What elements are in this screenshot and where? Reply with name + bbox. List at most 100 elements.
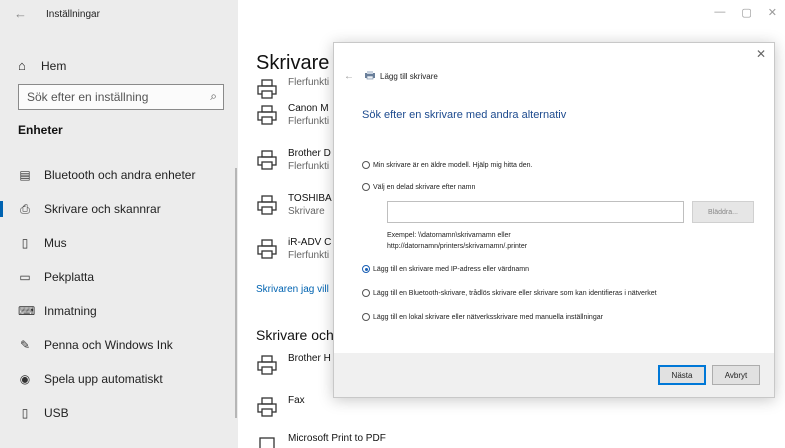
printer-name: TOSHIBA: [288, 193, 332, 204]
sidebar-item-label: Mus: [44, 236, 67, 250]
printer-not-listed-link[interactable]: Skrivaren jag vill: [256, 284, 329, 295]
radio-button-selected[interactable]: [362, 265, 370, 273]
printer-name: Fax: [288, 395, 305, 406]
bluetooth-devices-icon: ▤: [19, 168, 31, 182]
printer-name: Brother D: [288, 148, 331, 159]
sidebar-item-label: Skrivare och skannrar: [44, 202, 161, 216]
close-window-icon[interactable]: ✕: [768, 6, 777, 19]
printer-list-item[interactable]: Brother H: [256, 352, 331, 376]
option-shared-printer[interactable]: Välj en delad skrivare efter namn: [362, 183, 475, 191]
option-older-printer[interactable]: Min skrivare är en äldre modell. Hjälp m…: [362, 161, 533, 169]
printer-name: Microsoft Print to PDF: [288, 433, 386, 444]
printer-name: Canon M: [288, 103, 329, 114]
option-label: Välj en delad skrivare efter namn: [373, 183, 476, 191]
settings-search-box[interactable]: ⌕: [18, 84, 224, 110]
sidebar-item-typing[interactable]: ⌨ Inmatning: [0, 294, 238, 328]
option-local-manual[interactable]: Lägg till en lokal skrivare eller nätver…: [362, 313, 603, 321]
sidebar-item-bluetooth[interactable]: ▤ Bluetooth och andra enheter: [0, 158, 238, 192]
example-text: Exempel: \\datornamn\skrivarnamn eller h…: [387, 230, 527, 252]
radio-button[interactable]: [362, 183, 370, 191]
printer-icon: [257, 239, 277, 259]
search-icon[interactable]: ⌕: [210, 89, 217, 104]
sidebar-nav: ▤ Bluetooth och andra enheter ⎙ Skrivare…: [0, 158, 238, 430]
close-icon[interactable]: ✕: [756, 47, 766, 61]
printer-type: Flerfunkti: [288, 77, 330, 88]
back-arrow-icon[interactable]: ←: [344, 71, 354, 82]
sidebar-item-usb[interactable]: ▯ USB: [0, 396, 238, 430]
option-ip-address[interactable]: Lägg till en skrivare med IP-adress elle…: [362, 265, 529, 273]
sidebar-item-label: Bluetooth och andra enheter: [44, 168, 196, 182]
sidebar-scrollbar[interactable]: [235, 168, 237, 418]
printer-icon: [257, 150, 277, 170]
sidebar-item-mouse[interactable]: ▯ Mus: [0, 226, 238, 260]
sidebar-item-label: Penna och Windows Ink: [44, 338, 173, 352]
printer-type: Flerfunkti: [288, 116, 330, 127]
back-arrow-icon[interactable]: ←: [14, 6, 27, 21]
sidebar-item-pen[interactable]: ✎ Penna och Windows Ink: [0, 328, 238, 362]
browse-button[interactable]: Bläddra...: [692, 201, 754, 223]
option-label: Min skrivare är en äldre modell. Hjälp m…: [373, 161, 533, 169]
minimize-icon[interactable]: —: [714, 6, 725, 19]
maximize-icon[interactable]: ▢: [741, 6, 751, 19]
home-link[interactable]: ⌂ Hem: [18, 58, 66, 73]
printer-type: Flerfunkti: [288, 250, 330, 261]
printer-list-item[interactable]: Flerfunkti: [256, 76, 329, 100]
cancel-button[interactable]: Avbryt: [712, 365, 760, 385]
pdf-printer-icon: [259, 437, 275, 448]
printer-icon: [257, 79, 277, 99]
printer-list-item[interactable]: iR-ADV C Flerfunkti: [256, 236, 331, 262]
window-controls: — ▢ ✕: [714, 6, 777, 19]
settings-sidebar: ← Inställningar ⌂ Hem ⌕ Enheter ▤ Blueto…: [0, 0, 238, 448]
printer-list-item[interactable]: Canon M Flerfunkti: [256, 102, 329, 128]
example-line: http://datornamn/printers/skrivarnamn/.p…: [387, 243, 528, 250]
touchpad-icon: ▭: [19, 270, 31, 284]
add-printer-dialog: ✕ ← Lägg till skrivare Sök efter en skri…: [333, 42, 775, 398]
keyboard-icon: ⌨: [18, 304, 36, 318]
radio-button[interactable]: [362, 161, 370, 169]
printer-icon: [257, 397, 277, 417]
autoplay-icon: ◉: [19, 372, 31, 386]
home-label: Hem: [41, 58, 67, 73]
printer-name: Brother H: [288, 353, 331, 364]
printer-type: Skrivare: [288, 206, 325, 217]
title-bar: ← Inställningar: [0, 0, 238, 30]
app-title: Inställningar: [46, 9, 100, 20]
sidebar-item-label: USB: [44, 406, 69, 420]
page-title: Skrivare c: [256, 52, 345, 74]
printer-icon: [257, 105, 277, 125]
printer-list-item[interactable]: Brother D Flerfunkti: [256, 147, 331, 173]
home-icon: ⌂: [18, 58, 26, 73]
other-printers-title: Skrivare och: [256, 327, 334, 343]
mouse-icon: ▯: [21, 236, 29, 250]
option-label: Lägg till en lokal skrivare eller nätver…: [373, 313, 603, 321]
printer-icon: [257, 355, 277, 375]
option-label: Lägg till en Bluetooth-skrivare, trådlös…: [373, 289, 657, 297]
sidebar-item-label: Spela upp automatiskt: [44, 372, 163, 386]
example-line: Exempel: \\datornamn\skrivarnamn eller: [387, 232, 511, 239]
next-button[interactable]: Nästa: [658, 365, 706, 385]
dialog-heading: Sök efter en skrivare med andra alternat…: [362, 109, 567, 121]
sidebar-item-printers[interactable]: ⎙ Skrivare och skannrar: [0, 192, 238, 226]
dialog-title: Lägg till skrivare: [380, 72, 438, 81]
option-label: Lägg till en skrivare med IP-adress elle…: [373, 265, 530, 273]
sidebar-item-label: Pekplatta: [44, 270, 95, 284]
pen-icon: ✎: [19, 338, 31, 352]
sidebar-item-touchpad[interactable]: ▭ Pekplatta: [0, 260, 238, 294]
sidebar-item-label: Inmatning: [44, 304, 97, 318]
printer-type: Flerfunkti: [288, 161, 330, 172]
printer-list-item[interactable]: TOSHIBA Skrivare: [256, 192, 332, 218]
printer-icon: [257, 195, 277, 215]
radio-button[interactable]: [362, 313, 370, 321]
printer-list-item[interactable]: Microsoft Print to PDF: [256, 432, 386, 448]
option-bluetooth-wireless[interactable]: Lägg till en Bluetooth-skrivare, trådlös…: [362, 289, 657, 297]
sidebar-item-autoplay[interactable]: ◉ Spela upp automatiskt: [0, 362, 238, 396]
printer-icon: [365, 71, 375, 80]
printer-list-item[interactable]: Fax: [256, 394, 305, 418]
settings-search-input[interactable]: [27, 90, 202, 104]
dialog-footer: Nästa Avbryt: [334, 353, 774, 397]
usb-icon: ▯: [21, 406, 29, 420]
shared-printer-name-input[interactable]: [387, 201, 684, 223]
radio-button[interactable]: [362, 289, 370, 297]
printer-name: iR-ADV C: [288, 237, 332, 248]
section-title: Enheter: [18, 123, 63, 137]
